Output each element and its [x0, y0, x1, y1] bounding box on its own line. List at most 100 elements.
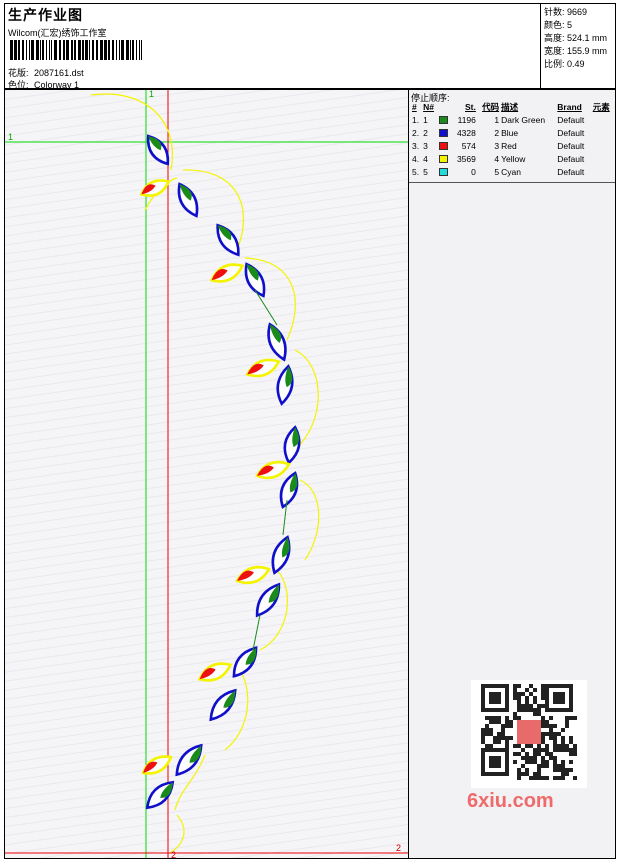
qr-module [537, 704, 541, 708]
qr-module [525, 700, 529, 704]
qr-module [561, 760, 565, 764]
row-stitches: 574 [461, 140, 476, 151]
row-needle: 5 [423, 166, 428, 177]
color-swatch [438, 155, 448, 164]
qr-module [529, 684, 533, 688]
barcode-bar [66, 40, 69, 60]
qr-module [565, 768, 569, 772]
qr-module [525, 768, 529, 772]
qr-module [553, 764, 557, 768]
row-stitches: 4328 [456, 127, 476, 138]
qr-module [541, 692, 545, 696]
page-title: 生产作业图 [8, 7, 83, 23]
qr-module [517, 768, 521, 772]
color-sequence-table: # N# St. 代码 描述 Brand 元素 1. 1 1196 1 Dark Gre… [411, 101, 615, 178]
qr-finder [489, 756, 501, 768]
qr-module [489, 728, 493, 732]
row-brand: Default [557, 166, 585, 177]
qr-module [529, 692, 533, 696]
qr-module [521, 704, 525, 708]
qr-module [573, 744, 577, 748]
design-canvas[interactable]: 1 1 2 2 [4, 89, 409, 859]
qr-module [561, 768, 565, 772]
row-index: 4. [412, 153, 420, 164]
barcode-bar [92, 40, 94, 60]
qr-module [553, 740, 557, 744]
barcode-bar [141, 40, 142, 60]
qr-module [501, 732, 505, 736]
qr-module [553, 736, 557, 740]
qr-module [525, 704, 529, 708]
row-elements [592, 139, 615, 152]
barcode-bar [40, 40, 41, 60]
leaf-motif [245, 358, 281, 378]
qr-module [529, 708, 533, 712]
qr-module [533, 696, 537, 700]
row-description: Red [501, 140, 517, 151]
color-swatch [438, 142, 448, 151]
qr-module [573, 776, 577, 780]
qr-module [537, 772, 541, 776]
row-needle: 4 [423, 153, 428, 164]
barcode-bar [132, 40, 134, 60]
qr-module [549, 736, 553, 740]
qr-module [533, 688, 537, 692]
qr-module [493, 716, 497, 720]
barcode-bar [121, 40, 124, 60]
qr-module [561, 740, 565, 744]
qr-module [541, 688, 545, 692]
qr-module [541, 716, 545, 720]
col-code: 代码 [482, 102, 500, 112]
qr-module [505, 720, 509, 724]
qr-module [529, 756, 533, 760]
leaf-motif [209, 263, 245, 283]
qr-module [525, 744, 529, 748]
qr-module [525, 696, 529, 700]
qr-module [545, 776, 549, 780]
qr-module [533, 756, 537, 760]
qr-module [541, 732, 545, 736]
leaf-motif [255, 582, 281, 618]
row-description: Dark Green [501, 114, 546, 125]
qr-module [561, 748, 565, 752]
qr-logo [517, 720, 541, 744]
leaf-motif [141, 755, 173, 775]
qr-module [541, 736, 545, 740]
col-swatch [438, 101, 451, 113]
leaf-motif [197, 662, 233, 682]
stitch-connector [254, 289, 278, 326]
qr-module [481, 732, 485, 736]
qr-module [545, 732, 549, 736]
qr-module [533, 748, 537, 752]
qr-module [517, 776, 521, 780]
leaf-motif [177, 182, 199, 218]
stitch-connector [252, 614, 261, 651]
qr-module [557, 732, 561, 736]
stop-sequence-panel: 停止顺序: # N# St. 代码 描述 Brand 元素 1. 1 1196 1 Da… [408, 89, 616, 859]
qr-module [541, 764, 545, 768]
qr-module [497, 732, 501, 736]
qr-module [533, 752, 537, 756]
barcode-bar [54, 40, 57, 60]
qr-module [573, 716, 577, 720]
barcode-bar [78, 40, 81, 60]
qr-module [517, 684, 521, 688]
barcode-bar [42, 40, 44, 60]
qr-module [533, 700, 537, 704]
qr-module [553, 768, 557, 772]
col-description: 描述 [501, 102, 519, 112]
qr-module [517, 716, 521, 720]
qr-module [525, 756, 529, 760]
qr-finder [489, 692, 501, 704]
stat-colors: 颜色: 5 [544, 20, 573, 30]
barcode-bar [22, 40, 24, 60]
qr-module [569, 748, 573, 752]
qr-module [529, 760, 533, 764]
qr-module [553, 744, 557, 748]
qr-module [569, 736, 573, 740]
qr-module [537, 764, 541, 768]
leaf-motif [244, 262, 266, 298]
qr-module [541, 748, 545, 752]
barcode-bar [96, 40, 98, 60]
qr-module [569, 752, 573, 756]
